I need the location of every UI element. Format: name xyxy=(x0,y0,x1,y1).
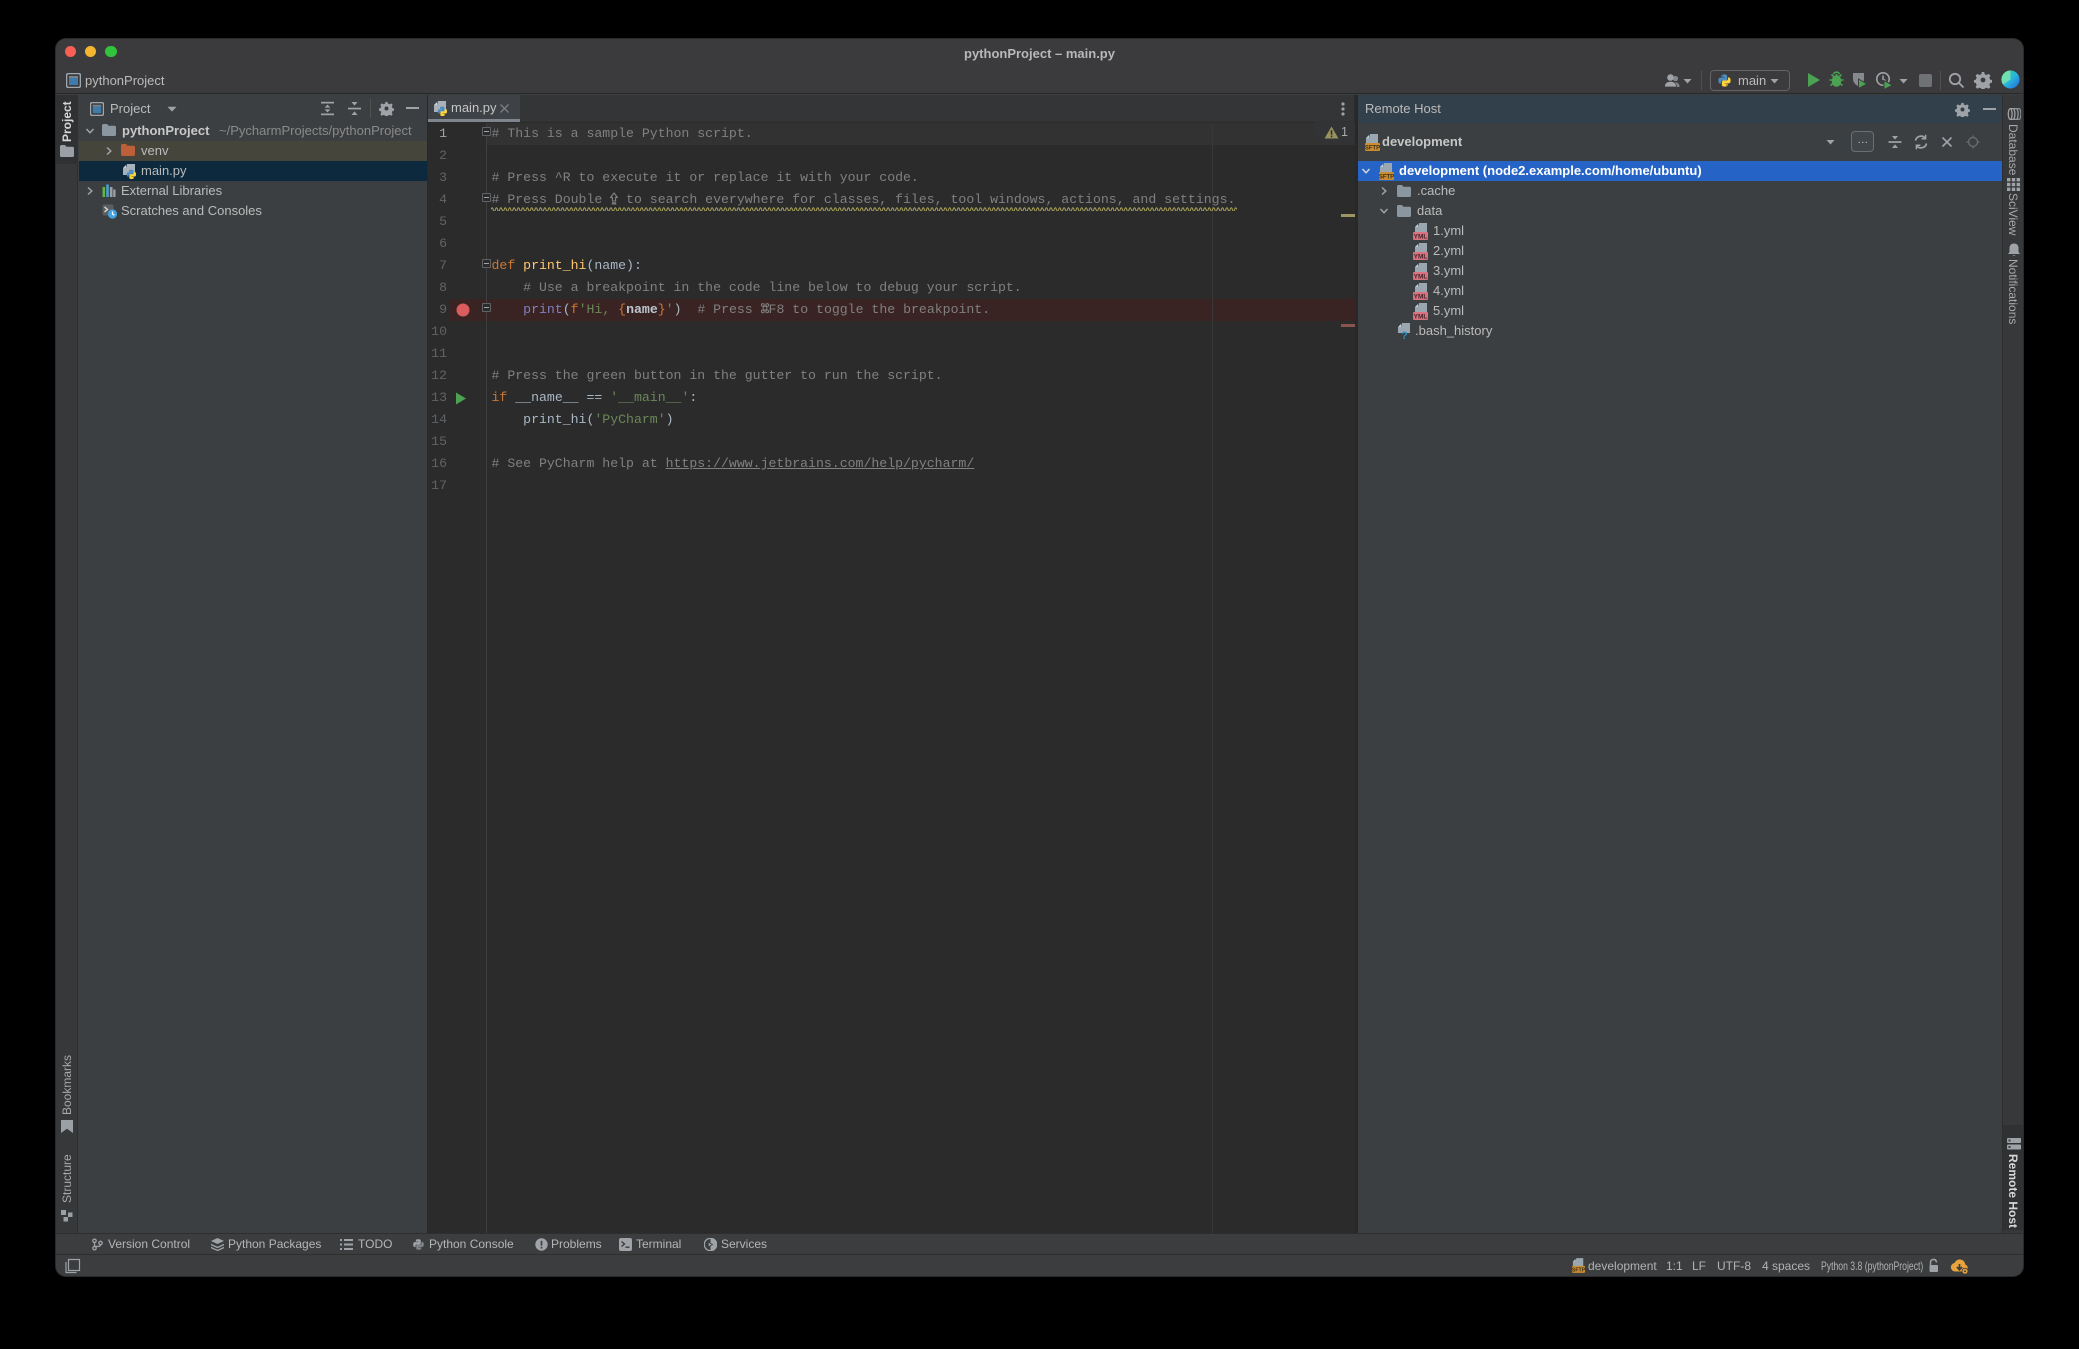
svg-text:YML: YML xyxy=(1414,254,1428,261)
svg-text:YML: YML xyxy=(1414,234,1428,241)
svg-text:YML: YML xyxy=(1414,274,1428,281)
svg-text:?: ? xyxy=(1401,330,1408,340)
svg-text:SFTP: SFTP xyxy=(1572,1268,1585,1273)
svg-text:YML: YML xyxy=(1414,314,1428,321)
svg-text:YML: YML xyxy=(1414,294,1428,301)
svg-text:SFTP: SFTP xyxy=(1379,175,1394,181)
svg-text:SFTP: SFTP xyxy=(1365,146,1380,152)
